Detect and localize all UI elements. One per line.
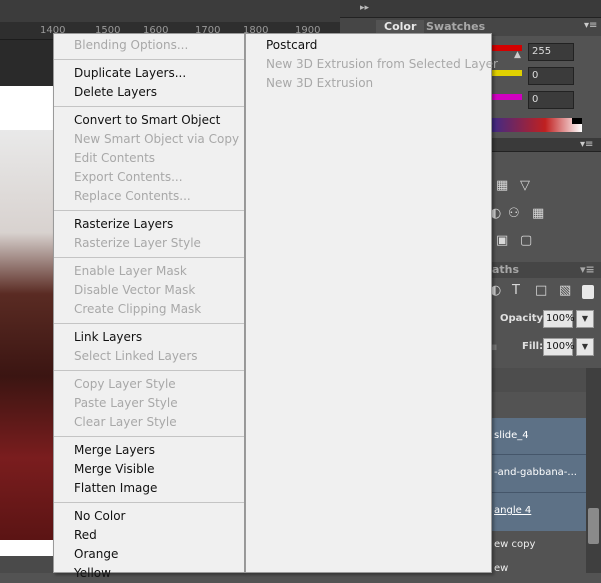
filter-toggle-icon[interactable] [582, 285, 594, 299]
menu-separator [54, 106, 244, 107]
menu-item-merge-visible[interactable]: Merge Visible [74, 460, 154, 479]
menu-item-convert-to-smart-object[interactable]: Convert to Smart Object [74, 111, 220, 130]
green-value-field[interactable]: 0 [528, 67, 574, 85]
spectrum-black-swatch[interactable] [572, 118, 582, 124]
gradient-map-icon[interactable]: ▢ [520, 233, 532, 248]
layer-row[interactable]: angle 4 [490, 493, 586, 531]
menu-item-delete-layers[interactable]: Delete Layers [74, 83, 157, 102]
panel-menu-icon[interactable]: ▾≡ [580, 139, 593, 150]
menu-item-link-layers[interactable]: Link Layers [74, 328, 142, 347]
menu-separator [54, 257, 244, 258]
exposure-adjust-icon[interactable]: ▦ [496, 178, 508, 193]
document-tab-strip [0, 0, 340, 22]
menu-item-disable-vector-mask[interactable]: Disable Vector Mask [74, 281, 195, 300]
adjustments-panel-header: ▾≡ [490, 138, 601, 152]
menu-item-orange[interactable]: Orange [74, 545, 118, 564]
fill-dropdown-icon[interactable]: ▼ [576, 338, 594, 356]
submenu-item-new-3d-extrusion-from-selected-layer[interactable]: New 3D Extrusion from Selected Layer [266, 55, 498, 74]
menu-separator [54, 210, 244, 211]
menu-item-enable-layer-mask[interactable]: Enable Layer Mask [74, 262, 187, 281]
blue-slider[interactable] [490, 94, 522, 100]
canvas-bottom [0, 556, 60, 573]
postcard-submenu: Postcard New 3D Extrusion from Selected … [245, 33, 498, 573]
panel-menu-icon[interactable]: ▾≡ [584, 20, 597, 31]
opacity-field[interactable]: 100% [543, 310, 575, 328]
double-chevron-right-icon[interactable]: ▸▸ [360, 3, 369, 13]
color-spectrum[interactable] [490, 118, 582, 132]
menu-separator [54, 436, 244, 437]
grid-lookup-icon[interactable]: ▦ [532, 206, 544, 221]
layer-row[interactable] [490, 368, 586, 392]
slider-triangle-icon[interactable]: ▲ [514, 50, 521, 60]
layer-row[interactable]: slide_4 [490, 418, 586, 455]
threshold-icon[interactable]: ▣ [496, 233, 508, 248]
menu-item-copy-layer-style[interactable]: Copy Layer Style [74, 375, 176, 394]
menu-item-duplicate-layers[interactable]: Duplicate Layers... [74, 64, 186, 83]
menu-item-blending-options[interactable]: Blending Options... [74, 36, 188, 55]
menu-separator [54, 370, 244, 371]
opacity-dropdown-icon[interactable]: ▼ [576, 310, 594, 328]
fill-label: Fill: [522, 341, 544, 352]
menu-separator [54, 59, 244, 60]
submenu-item-postcard[interactable]: Postcard [266, 36, 317, 55]
layers-panel-tabs: aths ▾≡ [490, 262, 601, 278]
menu-item-no-color[interactable]: No Color [74, 507, 125, 526]
menu-separator [54, 323, 244, 324]
layer-row[interactable]: -and-gabbana-... [490, 455, 586, 493]
menu-item-paste-layer-style[interactable]: Paste Layer Style [74, 394, 178, 413]
photo-image [0, 130, 55, 540]
menu-item-rasterize-layer-style[interactable]: Rasterize Layer Style [74, 234, 201, 253]
menu-item-select-linked-layers[interactable]: Select Linked Layers [74, 347, 198, 366]
blue-value-field[interactable]: 0 [528, 91, 574, 109]
menu-separator [54, 502, 244, 503]
menu-item-create-clipping-mask[interactable]: Create Clipping Mask [74, 300, 201, 319]
menu-item-replace-contents[interactable]: Replace Contents... [74, 187, 191, 206]
menu-item-flatten-image[interactable]: Flatten Image [74, 479, 157, 498]
menu-item-merge-layers[interactable]: Merge Layers [74, 441, 155, 460]
layer-row[interactable]: ew copy [490, 531, 586, 559]
layer-row[interactable] [490, 392, 586, 418]
menu-item-yellow[interactable]: Yellow [74, 564, 111, 583]
panel-dock-header [340, 0, 601, 18]
panel-menu-icon[interactable]: ▾≡ [580, 263, 595, 276]
gradient-triangle-icon[interactable]: ▽ [520, 178, 530, 193]
layer-context-menu: Blending Options... Duplicate Layers... … [53, 33, 245, 580]
channel-mixer-icon[interactable]: ⚇ [508, 206, 520, 221]
filter-type-icon[interactable]: T [512, 283, 520, 298]
tab-paths[interactable]: aths [492, 263, 519, 276]
filter-shape-icon[interactable]: □ [535, 283, 547, 298]
opacity-label: Opacity: [500, 313, 548, 324]
red-value-field[interactable]: 255 [528, 43, 574, 61]
fill-field[interactable]: 100% [543, 338, 575, 356]
menu-item-new-smart-object-via-copy[interactable]: New Smart Object via Copy [74, 130, 239, 149]
scrollbar-thumb[interactable] [588, 508, 599, 544]
menu-item-clear-layer-style[interactable]: Clear Layer Style [74, 413, 177, 432]
submenu-item-new-3d-extrusion[interactable]: New 3D Extrusion [266, 74, 373, 93]
filter-smart-object-icon[interactable]: ▧ [559, 283, 571, 298]
menu-item-red[interactable]: Red [74, 526, 97, 545]
layer-row[interactable]: ew [490, 559, 586, 574]
menu-item-rasterize-layers[interactable]: Rasterize Layers [74, 215, 173, 234]
menu-item-export-contents[interactable]: Export Contents... [74, 168, 183, 187]
menu-item-edit-contents[interactable]: Edit Contents [74, 149, 155, 168]
